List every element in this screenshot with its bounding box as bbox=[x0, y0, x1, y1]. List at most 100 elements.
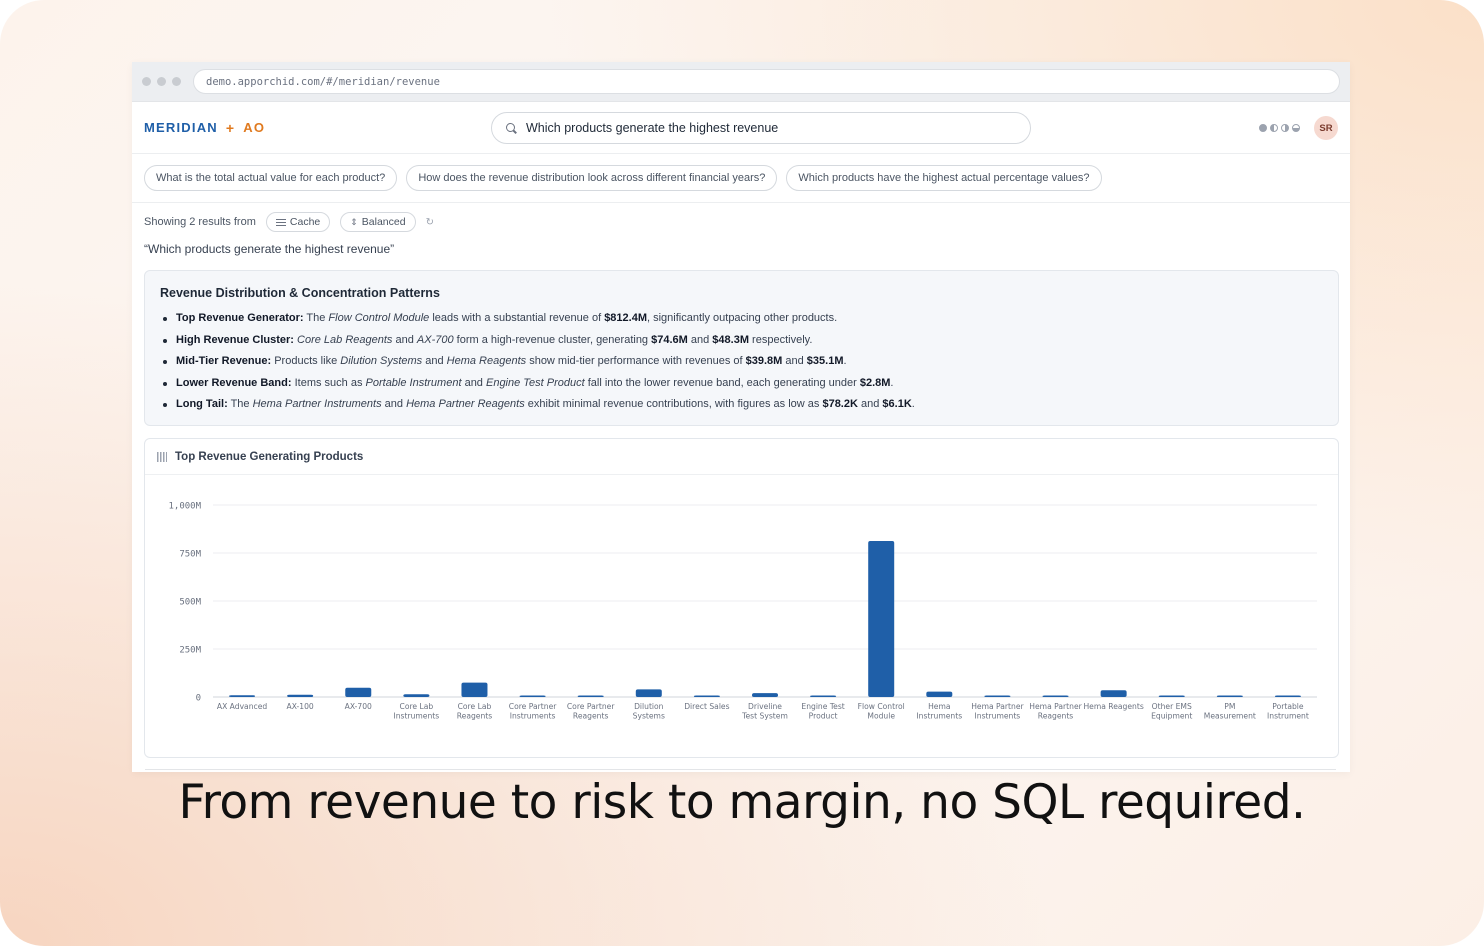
sort-icon: ⇕ bbox=[350, 216, 358, 227]
search-input[interactable] bbox=[526, 121, 1006, 135]
theme-half-icon[interactable] bbox=[1270, 124, 1278, 132]
browser-bar: demo.apporchid.com/#/meridian/revenue bbox=[132, 62, 1350, 102]
x-tick-label: Test System bbox=[741, 712, 788, 721]
insight-text: Hema Partner Instruments bbox=[252, 398, 382, 411]
cache-icon bbox=[275, 218, 286, 226]
suggestion-chip[interactable]: How does the revenue distribution look a… bbox=[406, 165, 778, 191]
address-text: demo.apporchid.com/#/meridian/revenue bbox=[206, 75, 440, 88]
insights-list: Top Revenue Generator: The Flow Control … bbox=[160, 308, 1323, 416]
header-actions: SR bbox=[1259, 116, 1338, 140]
x-tick-label: Systems bbox=[633, 712, 665, 721]
balanced-pill[interactable]: ⇕ Balanced bbox=[340, 212, 416, 232]
bar bbox=[403, 694, 430, 697]
x-tick-label: Other EMS bbox=[1152, 702, 1192, 711]
insight-text: exhibit minimal revenue contributions, w… bbox=[524, 398, 823, 411]
insight-text: Flow Control Module bbox=[328, 312, 430, 324]
suggestion-chip[interactable]: What is the total actual value for each … bbox=[144, 165, 398, 191]
insight-text: and bbox=[782, 355, 807, 368]
bar bbox=[810, 695, 837, 697]
bar bbox=[1100, 690, 1127, 697]
insight-text: and bbox=[422, 355, 447, 368]
brand-logo[interactable]: MERIDIAN + AO bbox=[144, 120, 265, 136]
x-tick-label: Product bbox=[809, 712, 838, 721]
avatar[interactable]: SR bbox=[1314, 116, 1338, 140]
insight-text: and bbox=[381, 398, 407, 411]
x-tick-label: Instrument bbox=[1267, 712, 1309, 721]
insight-text: form a high-revenue cluster, generating bbox=[453, 333, 652, 346]
x-tick-label: Hema Reagents bbox=[1083, 702, 1143, 711]
x-tick-label: AX-700 bbox=[345, 702, 372, 711]
results-meta: Showing 2 results from Cache ⇕ Balanced … bbox=[144, 212, 434, 232]
x-tick-label: Core Partner bbox=[509, 702, 557, 711]
bar bbox=[926, 691, 953, 697]
refresh-icon[interactable]: ↻ bbox=[426, 217, 434, 228]
insights-title: Revenue Distribution & Concentration Pat… bbox=[160, 286, 440, 300]
insight-text: . bbox=[843, 355, 847, 368]
y-tick-label: 750M bbox=[179, 550, 201, 560]
theme-contrast-icon[interactable] bbox=[1281, 124, 1289, 132]
bar bbox=[1158, 695, 1185, 697]
x-tick-label: Reagents bbox=[573, 712, 609, 721]
balanced-label: Balanced bbox=[361, 216, 406, 228]
cache-pill[interactable]: Cache bbox=[265, 212, 331, 232]
insight-text: Portable Instrument bbox=[365, 376, 462, 389]
insight-text: $74.6M bbox=[651, 333, 688, 346]
search-box[interactable] bbox=[491, 112, 1031, 144]
insight-text: Items such as bbox=[291, 376, 366, 389]
bar-chart-icon bbox=[157, 451, 167, 462]
x-tick-label: Reagents bbox=[1038, 712, 1074, 721]
insight-text: and bbox=[461, 376, 486, 389]
cache-label: Cache bbox=[289, 216, 321, 228]
brand-plus: + bbox=[225, 119, 236, 136]
insight-item: High Revenue Cluster: Core Lab Reagents … bbox=[160, 330, 1323, 352]
y-tick-label: 250M bbox=[179, 646, 201, 656]
x-tick-label: Core Lab bbox=[400, 702, 434, 711]
bar bbox=[1216, 695, 1243, 697]
address-bar[interactable]: demo.apporchid.com/#/meridian/revenue bbox=[193, 69, 1340, 94]
bar-chart: 0 250M 500M 750M 1,000M AX Advanced AX-100 AX-7… bbox=[168, 502, 1317, 721]
window-dot-icon[interactable] bbox=[157, 77, 166, 86]
insight-text: . bbox=[890, 376, 894, 389]
insight-text: Long Tail: bbox=[176, 398, 228, 411]
insights-panel: Revenue Distribution & Concentration Pat… bbox=[144, 270, 1339, 426]
insight-text: show mid-tier performance with revenues … bbox=[526, 355, 746, 368]
bar bbox=[1042, 695, 1069, 697]
insight-text: $48.3M bbox=[712, 333, 749, 346]
x-tick-label: Hema bbox=[928, 702, 950, 711]
insight-text: . bbox=[911, 398, 915, 411]
insight-text: Products like bbox=[271, 355, 341, 368]
x-tick-label: Hema Partner bbox=[971, 702, 1024, 711]
x-tick-label: AX-100 bbox=[287, 702, 314, 711]
suggestion-chips: What is the total actual value for each … bbox=[132, 154, 1350, 203]
x-tick-label: Measurement bbox=[1204, 712, 1256, 721]
insight-text: Hema Reagents bbox=[446, 355, 527, 368]
insight-text: $2.8M bbox=[859, 376, 891, 389]
theme-light-icon[interactable] bbox=[1292, 124, 1300, 132]
insight-text: Mid-Tier Revenue: bbox=[176, 355, 272, 368]
insight-text: $6.1K bbox=[882, 398, 912, 411]
x-tick-label: PM bbox=[1224, 702, 1235, 711]
insight-text: $35.1M bbox=[806, 355, 844, 368]
bar bbox=[868, 541, 895, 697]
insight-item: Top Revenue Generator: The Flow Control … bbox=[160, 308, 1323, 330]
insight-text: The bbox=[303, 312, 329, 324]
suggestion-chip[interactable]: Which products have the highest actual p… bbox=[786, 165, 1102, 191]
bar bbox=[984, 695, 1011, 697]
window-dot-icon[interactable] bbox=[142, 77, 151, 86]
insight-text: and bbox=[392, 333, 417, 346]
window-dot-icon[interactable] bbox=[172, 77, 181, 86]
x-tick-label: Instruments bbox=[510, 712, 556, 721]
insight-text: High Revenue Cluster: bbox=[176, 333, 294, 346]
insight-text: $39.8M bbox=[745, 355, 783, 368]
insight-text: respectively. bbox=[749, 333, 813, 346]
app-window: demo.apporchid.com/#/meridian/revenue ME… bbox=[132, 62, 1350, 772]
x-tick-label: Dilution bbox=[634, 702, 664, 711]
theme-dark-icon[interactable] bbox=[1259, 124, 1267, 132]
bar bbox=[345, 687, 372, 697]
chart-card: Top Revenue Generating Products 0 250M 500… bbox=[144, 438, 1339, 758]
page-background: demo.apporchid.com/#/meridian/revenue ME… bbox=[0, 0, 1484, 946]
bar bbox=[577, 695, 604, 697]
x-tick-label: Equipment bbox=[1151, 712, 1192, 721]
x-tick-label: Core Lab bbox=[458, 702, 492, 711]
tagline: From revenue to risk to margin, no SQL r… bbox=[178, 775, 1306, 830]
